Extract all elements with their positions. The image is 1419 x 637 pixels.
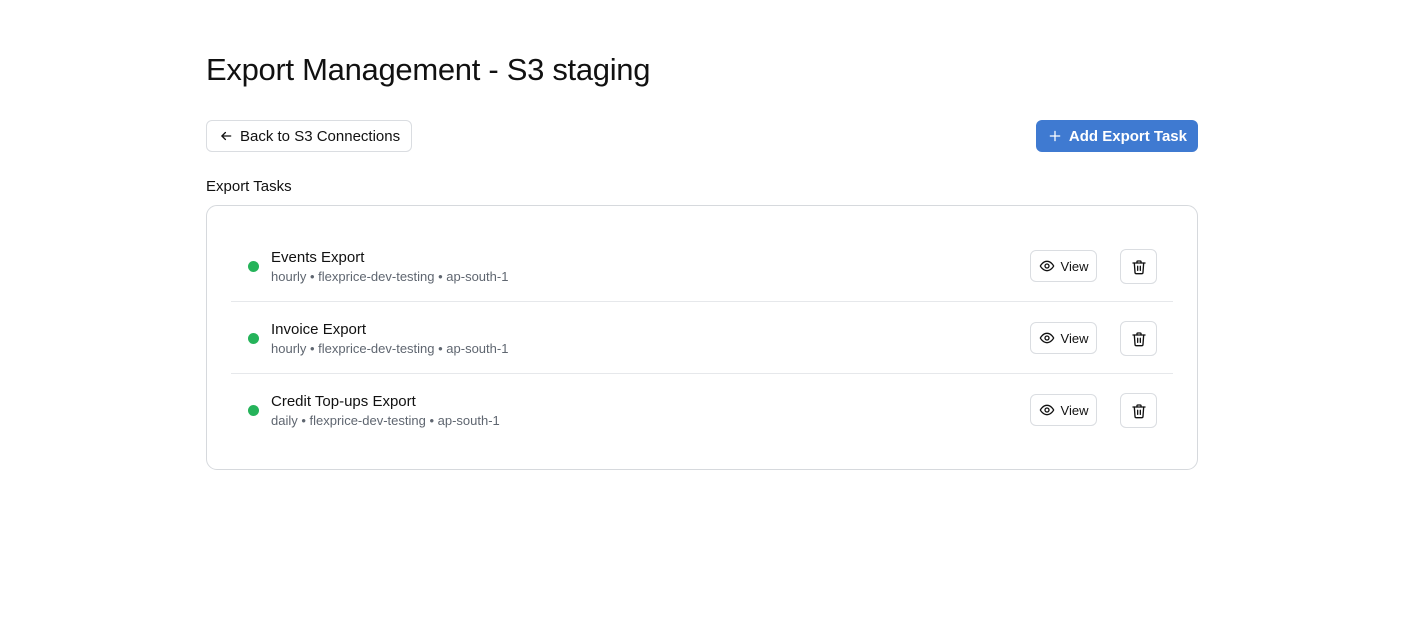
task-row: Events Export hourly • flexprice-dev-tes… <box>231 230 1173 302</box>
arrow-left-icon <box>219 129 233 143</box>
section-heading: Export Tasks <box>206 178 292 195</box>
status-dot-active <box>248 333 259 344</box>
view-button-label: View <box>1060 402 1089 418</box>
view-button-label: View <box>1060 330 1089 346</box>
trash-icon <box>1131 403 1147 419</box>
eye-icon <box>1039 258 1055 274</box>
task-name: Credit Top-ups Export <box>271 393 416 410</box>
plus-icon <box>1048 129 1062 143</box>
eye-icon <box>1039 402 1055 418</box>
add-export-task-button[interactable]: Add Export Task <box>1035 120 1198 152</box>
add-button-label: Add Export Task <box>1068 127 1187 145</box>
task-row: Credit Top-ups Export daily • flexprice-… <box>231 374 1173 446</box>
view-task-button[interactable]: View <box>1030 394 1097 426</box>
task-row: Invoice Export hourly • flexprice-dev-te… <box>231 302 1173 374</box>
status-dot-active <box>248 261 259 272</box>
task-meta: daily • flexprice-dev-testing • ap-south… <box>271 413 500 428</box>
trash-icon <box>1131 259 1147 275</box>
task-name: Invoice Export <box>271 321 367 338</box>
status-dot-active <box>248 405 259 416</box>
delete-task-button[interactable] <box>1120 249 1157 284</box>
view-button-label: View <box>1060 258 1089 274</box>
view-task-button[interactable]: View <box>1030 322 1097 354</box>
export-tasks-list: Events Export hourly • flexprice-dev-tes… <box>206 205 1198 470</box>
delete-task-button[interactable] <box>1120 321 1157 356</box>
trash-icon <box>1131 331 1147 347</box>
task-meta: hourly • flexprice-dev-testing • ap-sout… <box>271 341 509 356</box>
task-meta: hourly • flexprice-dev-testing • ap-sout… <box>271 269 509 284</box>
task-name: Events Export <box>271 249 365 266</box>
view-task-button[interactable]: View <box>1030 250 1097 282</box>
page-title: Export Management - S3 staging <box>206 52 651 87</box>
delete-task-button[interactable] <box>1120 393 1157 428</box>
eye-icon <box>1039 330 1055 346</box>
toolbar: Back to S3 Connections Add Export Task <box>206 120 1198 153</box>
back-to-connections-button[interactable]: Back to S3 Connections <box>206 120 413 152</box>
back-button-label: Back to S3 Connections <box>240 127 401 145</box>
